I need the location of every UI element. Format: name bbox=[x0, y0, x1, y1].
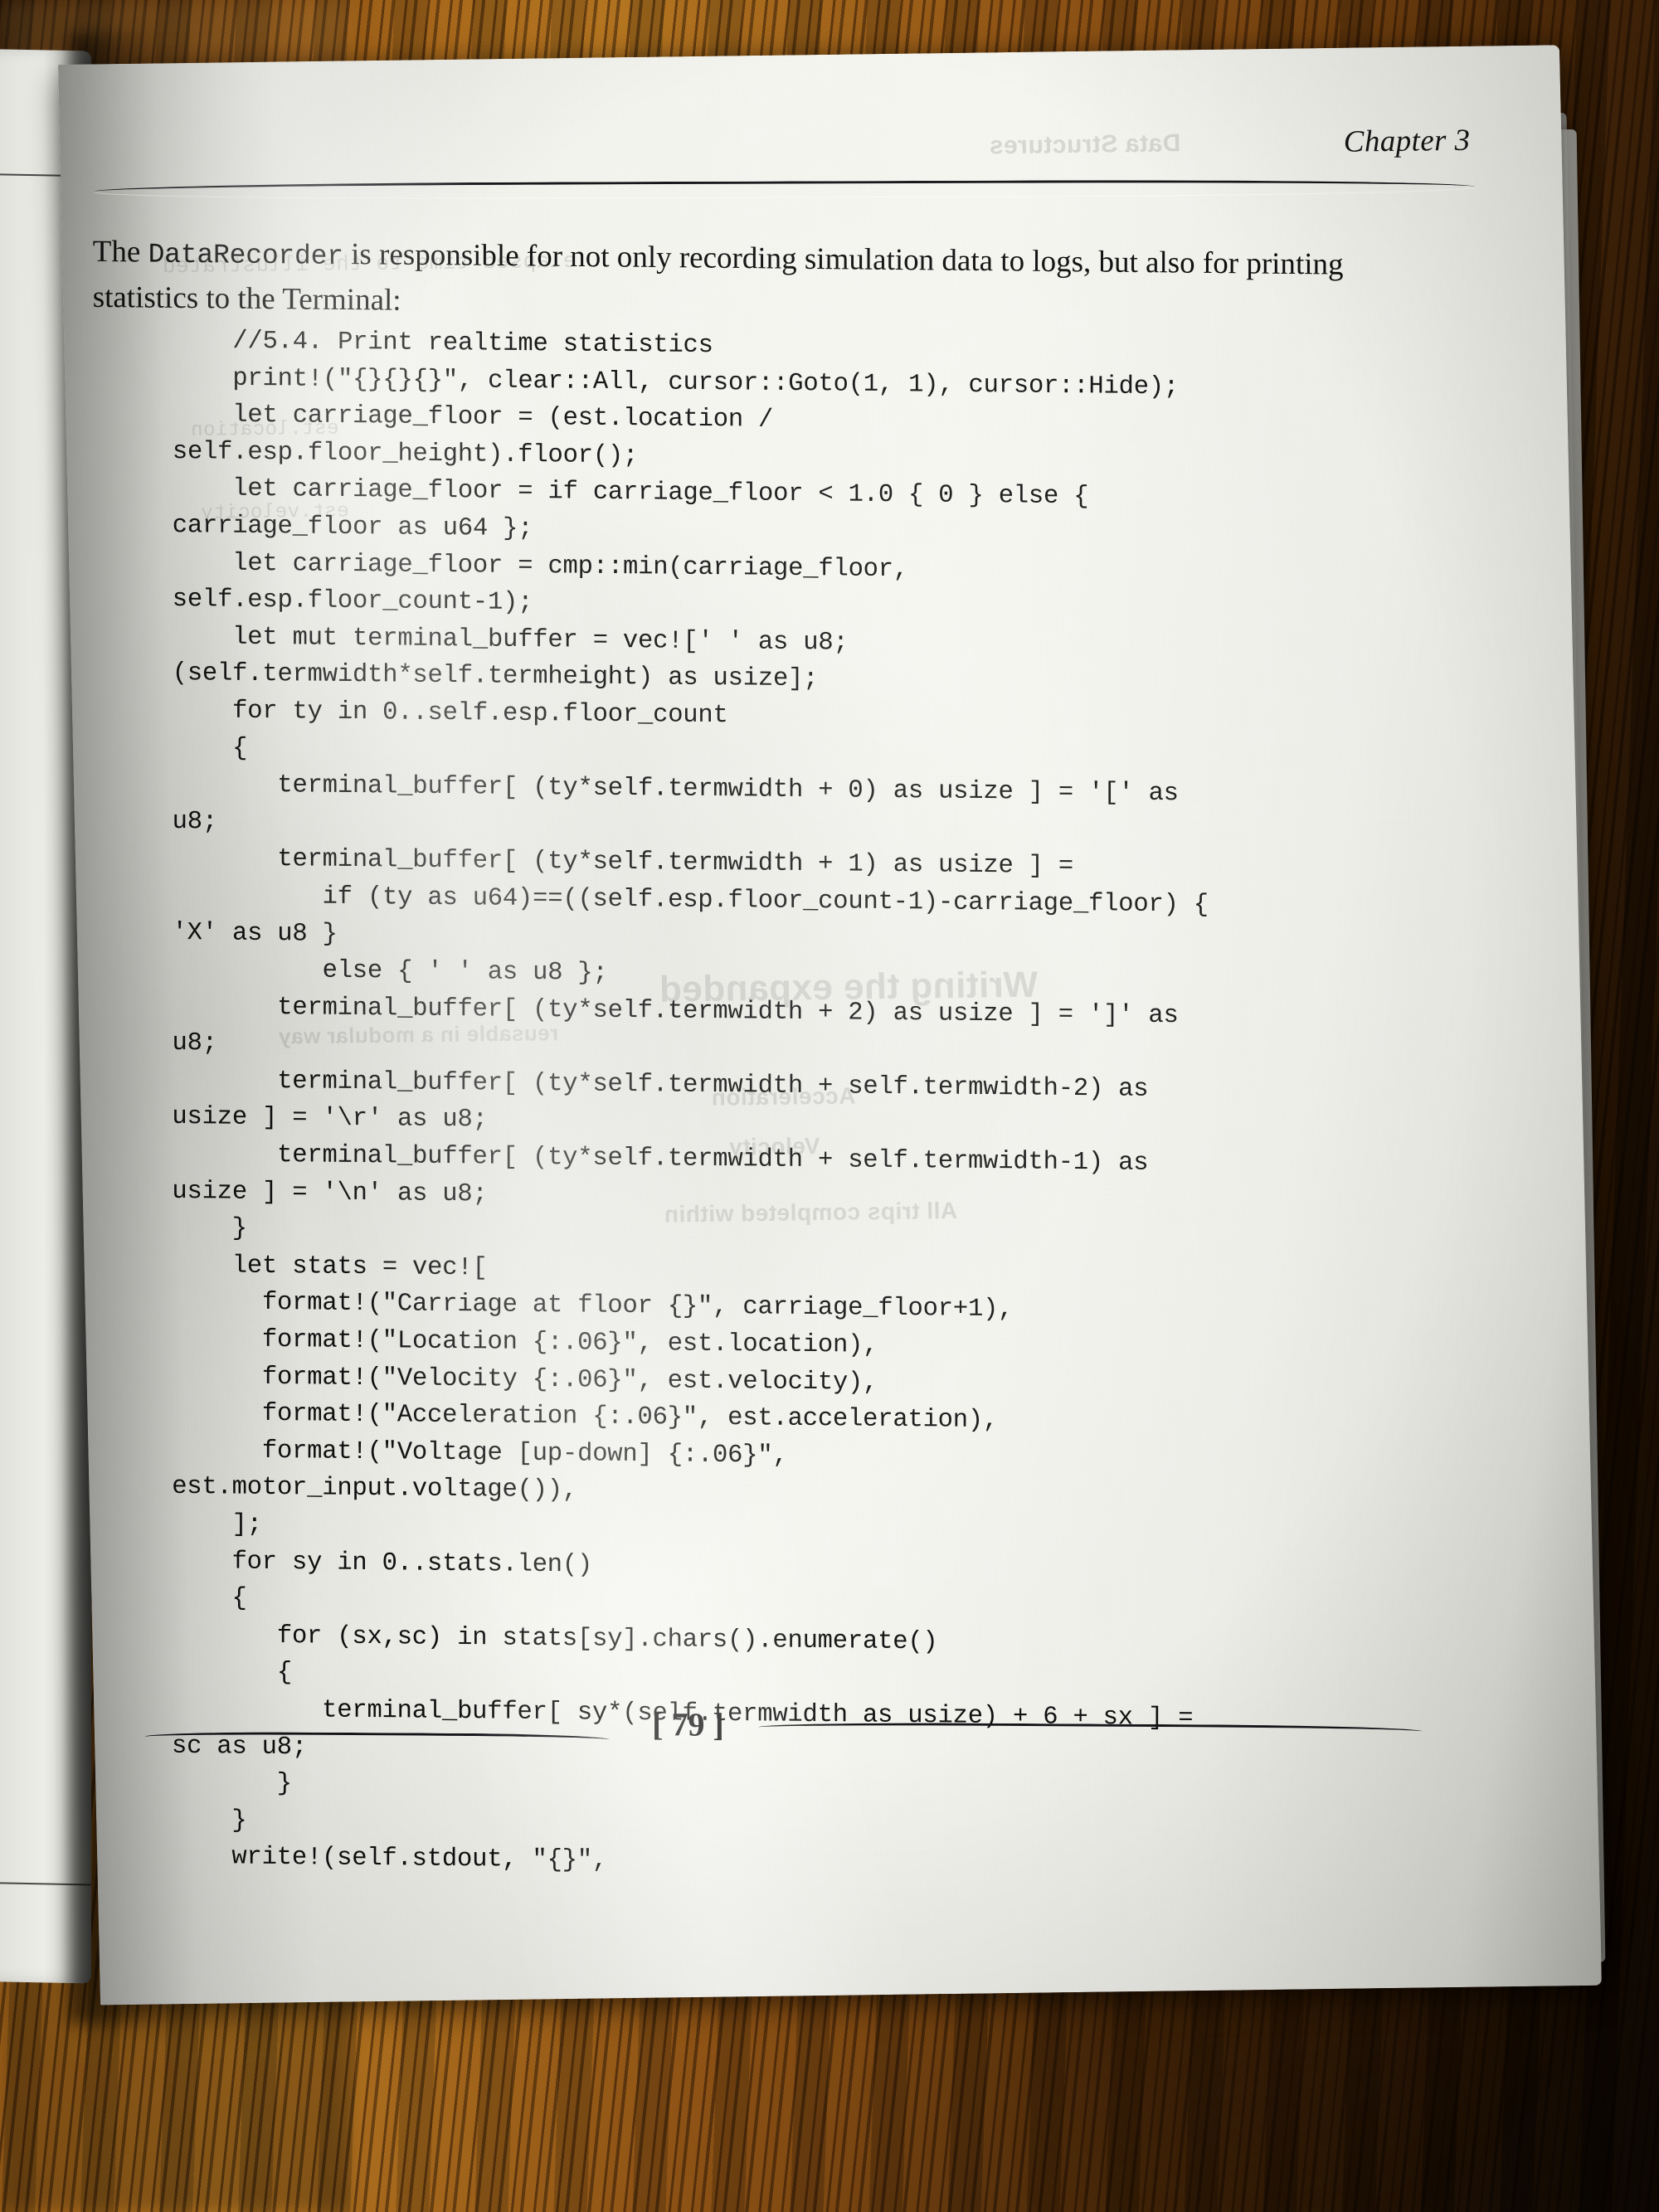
intro-paragraph: The DataRecorder is responsible for not … bbox=[93, 231, 1404, 333]
photo-of-open-book: l th xp .e Data Structures elapsed time … bbox=[0, 0, 1659, 2212]
footer-rule-left bbox=[144, 1731, 610, 1745]
intro-code-term: DataRecorder bbox=[148, 239, 343, 273]
footer-rule-right bbox=[758, 1722, 1423, 1737]
header-rule bbox=[94, 178, 1476, 200]
intro-text-before: The bbox=[92, 234, 148, 270]
show-through-header: Data Structures bbox=[989, 129, 1181, 160]
book-page: Data Structures elapsed time to the illu… bbox=[58, 45, 1602, 2005]
running-head-chapter: Chapter 3 bbox=[1343, 123, 1471, 159]
page-content: Data Structures elapsed time to the illu… bbox=[58, 45, 1602, 2005]
code-listing: //5.4. Print realtime statistics print!(… bbox=[172, 323, 1533, 1889]
page-footer: [ 79 ] bbox=[95, 1696, 1597, 1805]
page-number: [ 79 ] bbox=[652, 1705, 724, 1743]
